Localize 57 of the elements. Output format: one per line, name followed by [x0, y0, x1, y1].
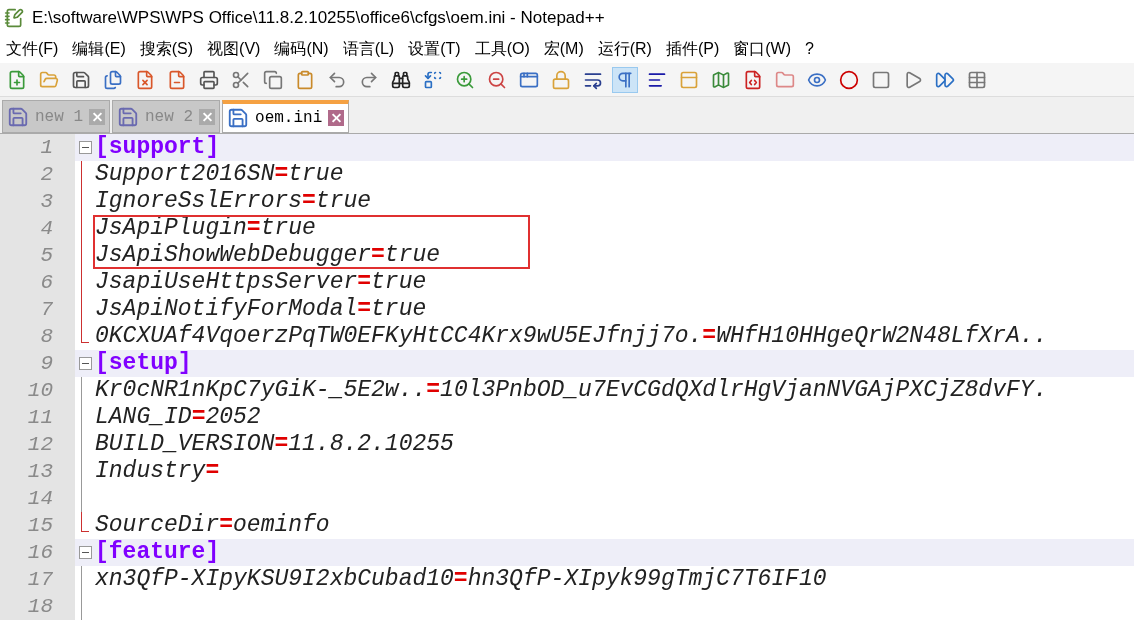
- window-title: E:\software\WPS\WPS Office\11.8.2.10255\office6\cfgs\oem.ini - Notepad++: [32, 6, 605, 29]
- menu-item[interactable]: 编辑(E): [72, 37, 126, 61]
- menu-item[interactable]: 插件(P): [665, 37, 720, 61]
- app-icon: [4, 7, 24, 28]
- section-header: [setup]: [95, 349, 192, 378]
- config-line: JsApiNotifyForModal=true: [95, 295, 427, 324]
- config-line: 0KCXUAf4VqoerzPqTW0EFKyHtCC4Krx9wU5EJfnjj7o.=WHfH10HHgeQrW2N48LfXrA..: [95, 322, 1048, 351]
- line-number: 9: [40, 350, 53, 377]
- line-number: 7: [40, 296, 53, 323]
- config-line: IgnoreSslErrors=true: [95, 187, 372, 217]
- line-number: 17: [27, 566, 53, 593]
- line-number: 6: [40, 269, 53, 296]
- menu-item[interactable]: 语言(L): [342, 37, 395, 61]
- line-number: 3: [40, 188, 53, 215]
- menu-item[interactable]: 视图(V): [207, 37, 261, 61]
- config-line: Kr0cNR1nKpC7yGiK-_5E2w..=10l3PnbOD_u7EvCGdQXdlrHgVjanNVGAjPXCjZ8dvFY.: [95, 376, 1048, 406]
- config-line: JsApiPlugin=true: [95, 214, 316, 243]
- menu-item[interactable]: 宏(M): [543, 37, 584, 61]
- menu-item[interactable]: 搜索(S): [139, 37, 194, 61]
- fold-toggle-icon[interactable]: [78, 546, 92, 559]
- line-number: 2: [40, 161, 53, 188]
- line-number: 1: [40, 134, 53, 161]
- config-line: Industry=: [95, 457, 220, 487]
- line-number: 16: [27, 539, 53, 566]
- editor-tab[interactable]: oem.ini: [222, 100, 350, 133]
- line-number: 8: [40, 323, 53, 350]
- close-icon[interactable]: [199, 108, 216, 125]
- menu-item[interactable]: 窗口(W): [733, 37, 792, 61]
- close-icon[interactable]: [89, 108, 105, 125]
- line-number: 15: [27, 512, 53, 539]
- fold-toggle-icon[interactable]: [78, 141, 92, 154]
- line-number: 13: [27, 458, 53, 485]
- menu-item[interactable]: 编码(N): [274, 37, 329, 61]
- line-number: 12: [27, 431, 53, 458]
- config-line: JsApiShowWebDebugger=true: [95, 241, 441, 270]
- fold-toggle-icon[interactable]: [78, 357, 92, 370]
- config-line: JsapiUseHttpsServer=true: [95, 268, 427, 297]
- menu-item[interactable]: ?: [805, 37, 814, 61]
- section-header: [feature]: [95, 538, 220, 567]
- line-number: 5: [40, 242, 53, 269]
- pilcrow-icon[interactable]: [612, 66, 638, 93]
- config-line: SourceDir=oeminfo: [95, 511, 330, 540]
- config-line: BUILD_VERSION=11.8.2.10255: [95, 430, 454, 459]
- menu-item[interactable]: 工具(O): [474, 37, 530, 61]
- line-number: 10: [27, 377, 53, 404]
- line-number: 4: [40, 215, 53, 242]
- line-number: 14: [27, 485, 53, 512]
- menu-item[interactable]: 设置(T): [408, 37, 461, 61]
- close-icon[interactable]: [328, 110, 345, 126]
- line-number: 18: [27, 593, 53, 620]
- menu-item[interactable]: 运行(R): [597, 37, 652, 61]
- config-line: xn3QfP-XIpyKSU9I2xbCubad10=hn3QfP-XIpyk99gTmjC7T6IF10: [95, 565, 827, 595]
- section-header: [support]: [95, 134, 220, 163]
- line-number: 11: [27, 404, 53, 431]
- config-line: Support2016SN=true: [95, 160, 344, 189]
- config-line: LANG_ID=2052: [95, 403, 261, 433]
- menu-item[interactable]: 文件(F): [6, 37, 59, 61]
